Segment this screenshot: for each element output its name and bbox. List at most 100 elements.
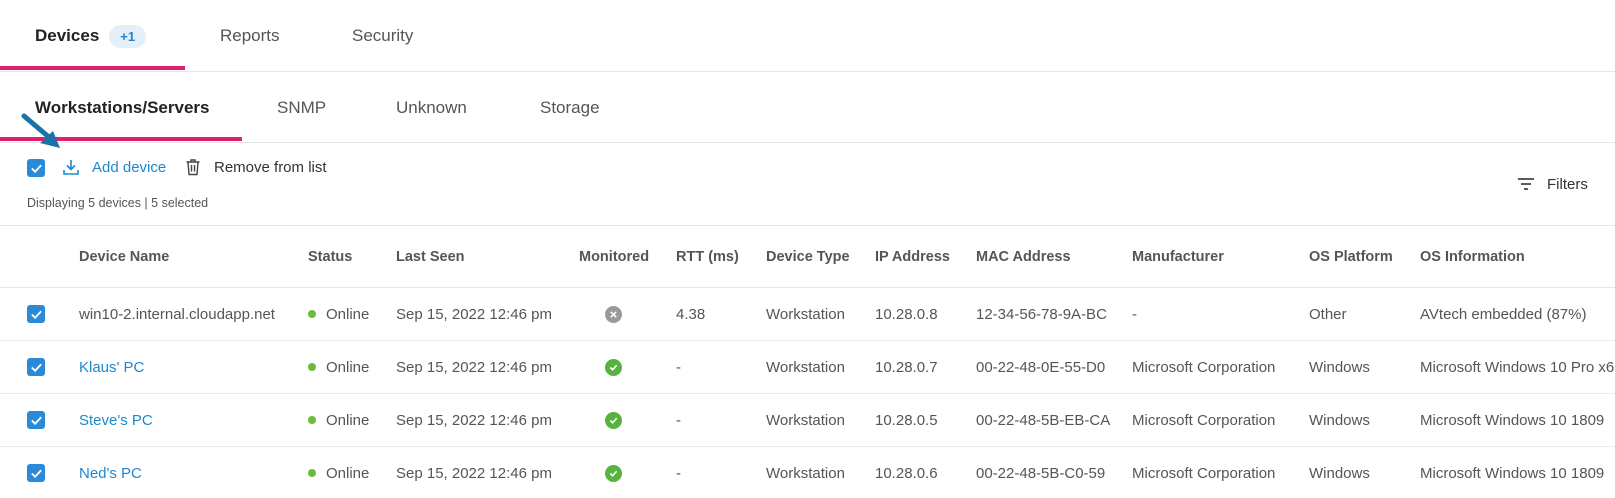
table-header: Device Name Status Last Seen Monitored R… [0,225,1615,288]
device-name[interactable]: Ned's PC [79,447,142,498]
filter-lines-icon [1518,178,1534,190]
manufacturer: - [1132,305,1137,323]
rtt: - [676,411,681,429]
last-seen: Sep 15, 2022 12:46 pm [396,464,552,482]
subtab-storage[interactable]: Storage [540,72,600,143]
online-status-dot-icon [308,363,316,371]
monitored-check-icon [605,464,622,482]
sub-tab-bar: Workstations/Servers SNMP Unknown Storag… [0,72,1615,143]
filters-label: Filters [1547,175,1588,193]
top-tab-bar: Devices +1 Reports Security [0,0,1615,72]
column-header-manufacturer[interactable]: Manufacturer [1132,226,1224,288]
checkmark-icon [609,364,618,371]
checkmark-icon [609,470,618,477]
subtab-unknown-label: Unknown [396,97,467,117]
status-cell: Online [308,447,369,498]
row-checkbox-cell [27,447,45,498]
column-header-last-seen[interactable]: Last Seen [396,226,465,288]
device-name[interactable]: Steve's PC [79,394,153,446]
row-checkbox-cell [27,394,45,446]
last-seen: Sep 15, 2022 12:46 pm [396,358,552,376]
subtab-snmp-label: SNMP [277,97,327,117]
trash-icon [186,159,200,176]
device-type: Workstation [766,464,845,482]
row-checkbox[interactable] [27,464,45,482]
rtt: 4.38 [676,305,706,323]
row-checkbox[interactable] [27,358,45,376]
pointer-arrow-icon [21,113,60,148]
column-header-os-information[interactable]: OS Information [1420,226,1525,288]
table-row[interactable]: Klaus' PC Online Sep 15, 2022 12:46 pm - Wor… [0,341,1615,394]
add-device-button[interactable]: Add device [62,156,166,178]
os-platform: Other [1309,305,1347,323]
check-icon [30,164,42,173]
row-checkbox-cell [27,288,45,340]
mac-address: 12-34-56-78-9A-BC [976,305,1107,323]
column-header-rtt[interactable]: RTT (ms) [676,226,739,288]
monitored-cell [605,341,622,393]
device-type: Workstation [766,358,845,376]
status-text: Online [326,411,370,429]
status-cell: Online [308,394,369,446]
filters-button[interactable]: Filters [1517,173,1588,195]
column-header-os-platform[interactable]: OS Platform [1309,226,1393,288]
device-type: Workstation [766,411,845,429]
os-platform: Windows [1309,411,1370,429]
ip-address: 10.28.0.6 [875,464,938,482]
select-all-checkbox[interactable] [27,159,45,177]
active-tab-indicator [0,66,185,70]
subtab-snmp[interactable]: SNMP [277,72,326,143]
subtab-unknown[interactable]: Unknown [396,72,467,143]
monitored-cell [605,394,622,446]
online-status-dot-icon [308,416,316,424]
x-icon [610,310,617,318]
column-header-ip-address[interactable]: IP Address [875,226,950,288]
status-text: Online [326,358,370,376]
row-checkbox[interactable] [27,305,45,323]
check-icon [30,310,42,319]
manufacturer: Microsoft Corporation [1132,464,1276,482]
check-icon [30,416,42,425]
column-header-mac-address[interactable]: MAC Address [976,226,1071,288]
manufacturer: Microsoft Corporation [1132,411,1276,429]
column-header-status[interactable]: Status [308,226,352,288]
os-platform: Windows [1309,464,1370,482]
last-seen: Sep 15, 2022 12:46 pm [396,411,552,429]
tab-devices-badge: +1 [109,24,147,48]
monitored-cell [605,447,622,498]
mac-address: 00-22-48-5B-C0-59 [976,464,1106,482]
rtt: - [676,464,681,482]
table-row[interactable]: Ned's PC Online Sep 15, 2022 12:46 pm - Work… [0,447,1615,498]
table-row[interactable]: win10-2.internal.cloudapp.net Online Sep 1… [0,288,1615,341]
row-checkbox-cell [27,341,45,393]
column-header-device-type[interactable]: Device Type [766,226,850,288]
tab-security[interactable]: Security [352,0,413,72]
table-row[interactable]: Steve's PC Online Sep 15, 2022 12:46 pm - Wo… [0,394,1615,447]
mac-address: 00-22-48-5B-EB-CA [976,411,1111,429]
remove-from-list-button[interactable]: Remove from list [185,156,327,178]
column-header-monitored[interactable]: Monitored [579,226,649,288]
tab-reports-label: Reports [220,26,280,45]
ip-address: 10.28.0.8 [875,305,938,323]
status-text: Online [326,305,370,323]
ip-address: 10.28.0.7 [875,358,938,376]
check-icon [30,363,42,372]
checkmark-icon [609,417,618,424]
device-name[interactable]: Klaus' PC [79,341,144,393]
tab-reports[interactable]: Reports [220,0,280,72]
status-cell: Online [308,341,369,393]
monitored-check-icon [605,411,622,429]
tab-devices[interactable]: Devices +1 [35,0,147,72]
os-information: Microsoft Windows 10 1809 [1420,411,1605,429]
column-header-device-name[interactable]: Device Name [79,226,169,288]
row-checkbox[interactable] [27,411,45,429]
os-information: Microsoft Windows 10 1809 [1420,464,1605,482]
os-platform: Windows [1309,358,1370,376]
mac-address: 00-22-48-0E-55-D0 [976,358,1106,376]
download-icon [63,160,79,175]
devices-table: Device Name Status Last Seen Monitored R… [0,225,1615,498]
remove-from-list-label: Remove from list [214,158,327,176]
tab-security-label: Security [352,26,414,45]
add-device-label: Add device [92,158,167,176]
check-icon [30,469,42,478]
